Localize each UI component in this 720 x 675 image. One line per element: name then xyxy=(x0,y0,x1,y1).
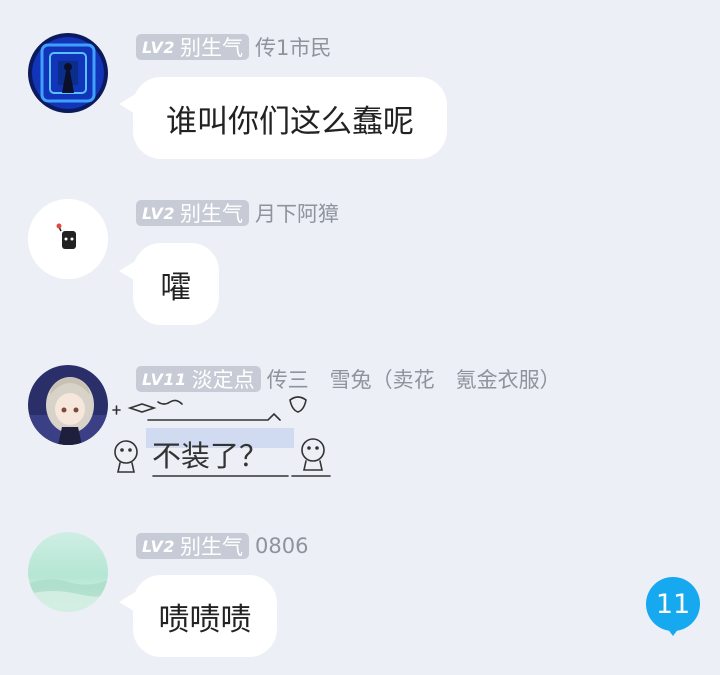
level-badge: LV11 淡定点 xyxy=(136,366,261,392)
message-text-decorated[interactable]: 不装了？ xyxy=(152,433,268,475)
level-badge: LV2 别生气 xyxy=(136,200,250,226)
member-title: 淡定点 xyxy=(191,368,255,392)
sender-nickname[interactable]: 月下阿獐 xyxy=(255,198,339,228)
message-bubble[interactable]: 嚯 xyxy=(133,243,219,325)
level-text: LV2 xyxy=(142,536,176,556)
sender-nickname[interactable]: 0806 xyxy=(255,534,308,558)
unread-count-badge[interactable]: 11 xyxy=(646,577,700,631)
level-badge: LV2 别生气 xyxy=(136,34,250,60)
message-header: LV2 别生气 0806 xyxy=(136,532,308,560)
avatar[interactable] xyxy=(28,532,108,612)
member-title: 别生气 xyxy=(180,535,244,559)
message-text: 啧啧啧 xyxy=(158,601,252,638)
message-header: LV2 别生气 月下阿獐 xyxy=(136,199,339,227)
level-text: LV11 xyxy=(142,369,187,389)
avatar[interactable] xyxy=(28,33,108,113)
message-text: 嚯 xyxy=(160,269,192,306)
message-header: LV2 别生气 传1市民 xyxy=(136,33,331,61)
level-text: LV2 xyxy=(142,203,176,223)
message-bubble[interactable]: 谁叫你们这么蠢呢 xyxy=(133,77,447,159)
message-bubble[interactable]: 啧啧啧 xyxy=(133,575,277,657)
message-header: LV11 淡定点 传三 雪兔（卖花 氪金衣服） xyxy=(136,365,561,393)
avatar[interactable] xyxy=(28,365,108,445)
chat-message: LV2 别生气 月下阿獐 嚯 xyxy=(0,170,720,340)
unread-badge-tail xyxy=(664,624,682,636)
level-badge: LV2 别生气 xyxy=(136,533,250,559)
member-title: 别生气 xyxy=(180,202,244,226)
chat-message: LV2 别生气 传1市民 谁叫你们这么蠢呢 xyxy=(0,0,720,170)
unread-count: 11 xyxy=(655,588,691,620)
message-text: 不装了？ xyxy=(152,439,269,473)
sender-nickname[interactable]: 传三 雪兔（卖花 氪金衣服） xyxy=(267,364,561,394)
sender-nickname[interactable]: 传1市民 xyxy=(255,32,331,62)
avatar[interactable] xyxy=(28,199,108,279)
message-text: 谁叫你们这么蠢呢 xyxy=(166,103,414,140)
chat-message: LV11 淡定点 传三 雪兔（卖花 氪金衣服） 不装了？ xyxy=(0,340,720,520)
chat-message: LV2 别生气 0806 啧啧啧 xyxy=(0,505,720,675)
member-title: 别生气 xyxy=(180,36,244,60)
level-text: LV2 xyxy=(142,37,176,57)
